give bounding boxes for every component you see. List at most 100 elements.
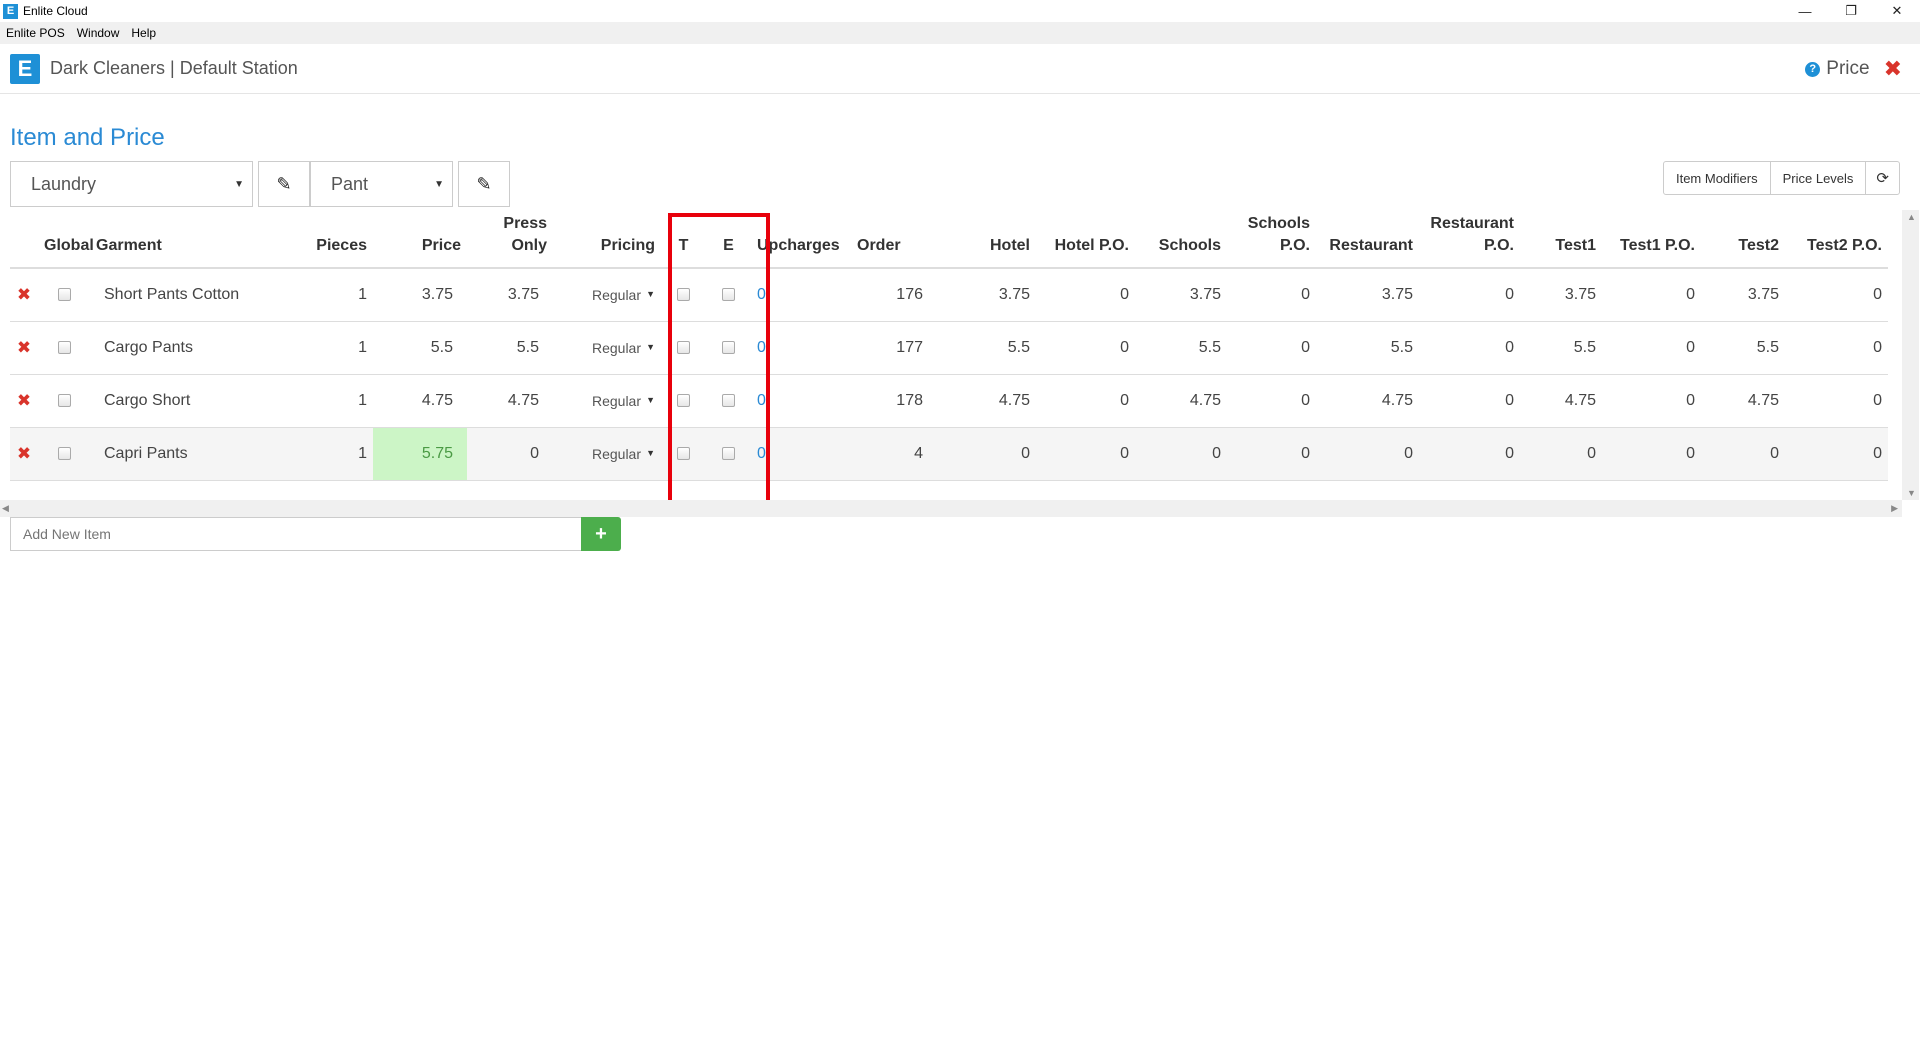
menu-help[interactable]: Help xyxy=(131,26,156,40)
restaurant-po-cell[interactable]: 0 xyxy=(1419,321,1520,375)
category-select[interactable]: Laundry ▼ xyxy=(10,161,253,207)
col-schools[interactable]: Schools xyxy=(1135,210,1227,269)
garment-cell[interactable]: Cargo Pants xyxy=(90,321,280,375)
pieces-cell[interactable]: 1 xyxy=(280,374,373,428)
global-checkbox[interactable] xyxy=(38,374,90,428)
col-test2-po[interactable]: Test2 P.O. xyxy=(1785,210,1888,269)
col-schools-po[interactable]: Schools P.O. xyxy=(1227,210,1316,269)
garment-cell[interactable]: Cargo Short xyxy=(90,374,280,428)
col-hotel[interactable]: Hotel xyxy=(929,210,1036,269)
restore-button[interactable]: ❐ xyxy=(1828,0,1874,22)
help-icon[interactable]: ? xyxy=(1805,61,1821,77)
schools-po-cell[interactable]: 0 xyxy=(1227,268,1316,322)
restaurant-cell[interactable]: 5.5 xyxy=(1316,321,1419,375)
col-test1-po[interactable]: Test1 P.O. xyxy=(1602,210,1701,269)
window-close-button[interactable]: ✕ xyxy=(1874,0,1920,22)
restaurant-po-cell[interactable]: 0 xyxy=(1419,374,1520,428)
global-checkbox[interactable] xyxy=(38,321,90,375)
menu-enlite-pos[interactable]: Enlite POS xyxy=(6,26,65,40)
press-only-cell[interactable]: 5.5 xyxy=(467,321,553,375)
col-test2[interactable]: Test2 xyxy=(1701,210,1785,269)
global-checkbox[interactable] xyxy=(38,427,90,481)
order-cell[interactable]: 178 xyxy=(851,374,929,428)
restaurant-po-cell[interactable]: 0 xyxy=(1419,427,1520,481)
test2-po-cell[interactable]: 0 xyxy=(1785,321,1888,375)
schools-po-cell[interactable]: 0 xyxy=(1227,374,1316,428)
pricing-select[interactable]: Regular ▼ xyxy=(553,374,661,428)
hotel-po-cell[interactable]: 0 xyxy=(1036,427,1135,481)
col-garment[interactable]: Garment xyxy=(90,210,280,269)
garment-cell[interactable]: Capri Pants xyxy=(90,427,280,481)
refresh-button[interactable]: ⟳ xyxy=(1866,162,1899,194)
delete-row-button[interactable]: ✖ xyxy=(10,268,38,322)
test2-cell[interactable]: 3.75 xyxy=(1701,268,1785,322)
close-page-icon[interactable]: ✖ xyxy=(1884,56,1902,82)
test1-po-cell[interactable]: 0 xyxy=(1602,374,1701,428)
test1-cell[interactable]: 3.75 xyxy=(1520,268,1602,322)
test2-po-cell[interactable]: 0 xyxy=(1785,268,1888,322)
price-cell[interactable]: 4.75 xyxy=(373,374,467,428)
pieces-cell[interactable]: 1 xyxy=(280,427,373,481)
schools-po-cell[interactable]: 0 xyxy=(1227,427,1316,481)
test2-cell[interactable]: 5.5 xyxy=(1701,321,1785,375)
horizontal-scrollbar[interactable]: ◀ ▶ xyxy=(0,500,1902,517)
hotel-po-cell[interactable]: 0 xyxy=(1036,374,1135,428)
scroll-right-icon[interactable]: ▶ xyxy=(1891,503,1898,514)
hotel-cell[interactable]: 4.75 xyxy=(929,374,1036,428)
order-cell[interactable]: 4 xyxy=(851,427,929,481)
test1-cell[interactable]: 4.75 xyxy=(1520,374,1602,428)
col-global[interactable]: Global xyxy=(38,210,94,269)
restaurant-cell[interactable]: 4.75 xyxy=(1316,374,1419,428)
hotel-po-cell[interactable]: 0 xyxy=(1036,268,1135,322)
minimize-button[interactable]: — xyxy=(1782,0,1828,22)
test2-cell[interactable]: 0 xyxy=(1701,427,1785,481)
scroll-down-icon[interactable]: ▼ xyxy=(1907,488,1916,498)
col-test1[interactable]: Test1 xyxy=(1520,210,1602,269)
garment-cell[interactable]: Short Pants Cotton xyxy=(90,268,280,322)
delete-row-button[interactable]: ✖ xyxy=(10,321,38,375)
restaurant-po-cell[interactable]: 0 xyxy=(1419,268,1520,322)
col-hotel-po[interactable]: Hotel P.O. xyxy=(1036,210,1135,269)
test2-po-cell[interactable]: 0 xyxy=(1785,374,1888,428)
checkbox[interactable] xyxy=(57,446,71,460)
schools-cell[interactable]: 4.75 xyxy=(1135,374,1227,428)
col-restaurant-po[interactable]: Restaurant P.O. xyxy=(1419,210,1520,269)
edit-item-type-button[interactable]: ✎ xyxy=(458,161,510,207)
delete-row-button[interactable]: ✖ xyxy=(10,374,38,428)
test1-po-cell[interactable]: 0 xyxy=(1602,427,1701,481)
press-only-cell[interactable]: 3.75 xyxy=(467,268,553,322)
edit-category-button[interactable]: ✎ xyxy=(258,161,310,207)
price-cell-edited[interactable]: 5.75 xyxy=(373,427,467,481)
press-only-cell[interactable]: 0 xyxy=(467,427,553,481)
col-pieces[interactable]: Pieces xyxy=(280,210,373,269)
add-new-item-input[interactable] xyxy=(10,517,582,551)
restaurant-cell[interactable]: 0 xyxy=(1316,427,1419,481)
delete-row-button[interactable]: ✖ xyxy=(10,427,38,481)
hotel-cell[interactable]: 5.5 xyxy=(929,321,1036,375)
test1-po-cell[interactable]: 0 xyxy=(1602,321,1701,375)
menu-window[interactable]: Window xyxy=(77,26,120,40)
global-checkbox[interactable] xyxy=(38,268,90,322)
test1-po-cell[interactable]: 0 xyxy=(1602,268,1701,322)
hotel-cell[interactable]: 3.75 xyxy=(929,268,1036,322)
order-cell[interactable]: 176 xyxy=(851,268,929,322)
schools-cell[interactable]: 3.75 xyxy=(1135,268,1227,322)
col-pricing[interactable]: Pricing xyxy=(553,210,661,269)
price-cell[interactable]: 3.75 xyxy=(373,268,467,322)
price-levels-button[interactable]: Price Levels xyxy=(1771,162,1867,194)
pricing-select[interactable]: Regular ▼ xyxy=(553,427,661,481)
col-order[interactable]: Order xyxy=(851,210,929,269)
col-restaurant[interactable]: Restaurant xyxy=(1316,210,1419,269)
scroll-left-icon[interactable]: ◀ xyxy=(2,503,9,514)
item-type-select[interactable]: Pant ▼ xyxy=(310,161,453,207)
test1-cell[interactable]: 5.5 xyxy=(1520,321,1602,375)
press-only-cell[interactable]: 4.75 xyxy=(467,374,553,428)
vertical-scrollbar[interactable]: ▲ ▼ xyxy=(1902,210,1919,500)
pieces-cell[interactable]: 1 xyxy=(280,268,373,322)
pricing-select[interactable]: Regular ▼ xyxy=(553,268,661,322)
scroll-up-icon[interactable]: ▲ xyxy=(1907,212,1916,222)
hotel-po-cell[interactable]: 0 xyxy=(1036,321,1135,375)
schools-po-cell[interactable]: 0 xyxy=(1227,321,1316,375)
test2-cell[interactable]: 4.75 xyxy=(1701,374,1785,428)
order-cell[interactable]: 177 xyxy=(851,321,929,375)
